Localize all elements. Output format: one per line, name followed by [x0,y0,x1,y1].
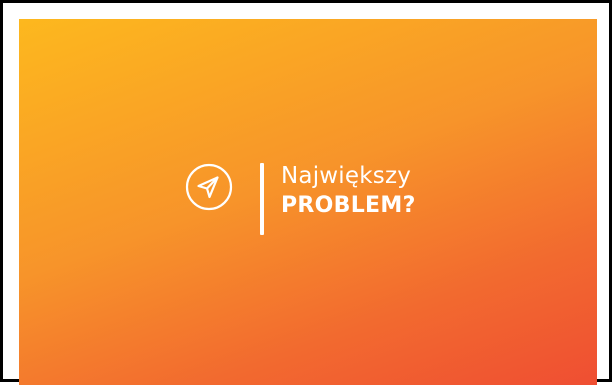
vertical-divider [260,163,264,235]
heading-line-2: PROBLEM? [281,193,416,218]
screenshot-frame: Największy PROBLEM? [0,0,612,385]
heading-line-1: Największy [281,163,412,189]
hero-slide: Największy PROBLEM? [19,19,597,385]
navigation-arrow-icon [183,161,235,213]
slide-heading: Największy PROBLEM? [281,161,416,221]
